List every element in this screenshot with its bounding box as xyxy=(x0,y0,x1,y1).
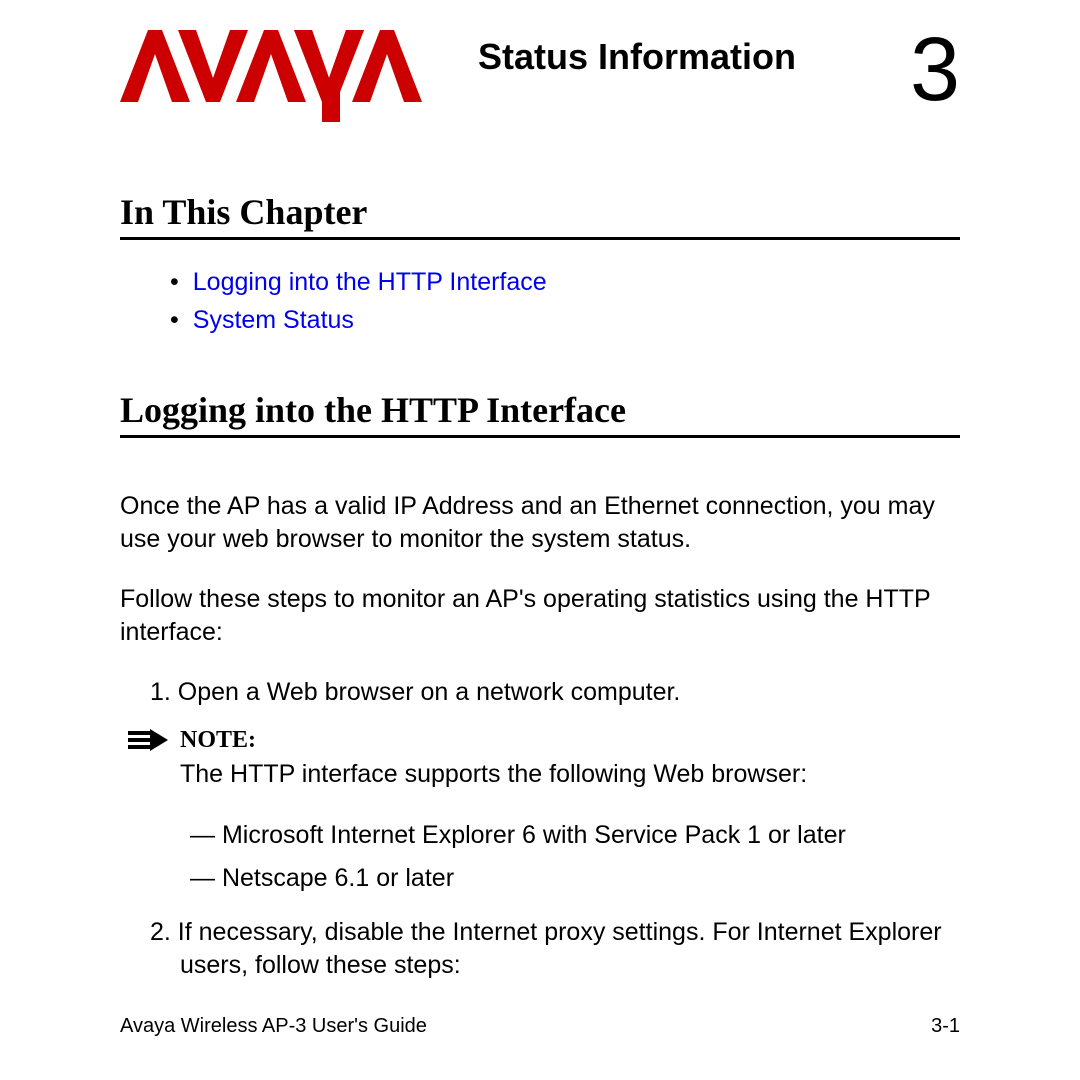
browser-netscape: — Netscape 6.1 or later xyxy=(220,861,960,896)
footer-page-number: 3-1 xyxy=(931,1015,960,1038)
paragraph-intro: Once the AP has a valid IP Address and a… xyxy=(120,490,960,555)
toc-link-logging[interactable]: Logging into the HTTP Interface xyxy=(170,264,960,302)
step-2: 2. If necessary, disable the Internet pr… xyxy=(180,916,960,981)
note-arrow-icon xyxy=(128,729,174,751)
note-text: The HTTP interface supports the followin… xyxy=(180,758,960,791)
table-of-contents: Logging into the HTTP Interface System S… xyxy=(170,264,960,339)
chapter-title: Status Information xyxy=(478,36,796,78)
page-header: Status Information 3 xyxy=(120,30,960,131)
note-block: NOTE: The HTTP interface supports the fo… xyxy=(180,727,960,791)
note-label: NOTE: xyxy=(180,727,256,754)
toc-link-system-status[interactable]: System Status xyxy=(170,302,960,340)
step-1: 1. Open a Web browser on a network compu… xyxy=(180,676,960,709)
avaya-logo xyxy=(120,30,460,131)
chapter-number: 3 xyxy=(910,30,960,111)
paragraph-follow-steps: Follow these steps to monitor an AP's op… xyxy=(120,583,960,648)
browser-ie: — Microsoft Internet Explorer 6 with Ser… xyxy=(220,818,960,853)
browser-list: — Microsoft Internet Explorer 6 with Ser… xyxy=(120,818,960,896)
footer-guide-name: Avaya Wireless AP-3 User's Guide xyxy=(120,1015,427,1038)
page-footer: Avaya Wireless AP-3 User's Guide 3-1 xyxy=(120,1015,960,1038)
section-heading-in-this-chapter: In This Chapter xyxy=(120,191,960,240)
section-heading-logging-http: Logging into the HTTP Interface xyxy=(120,389,960,438)
